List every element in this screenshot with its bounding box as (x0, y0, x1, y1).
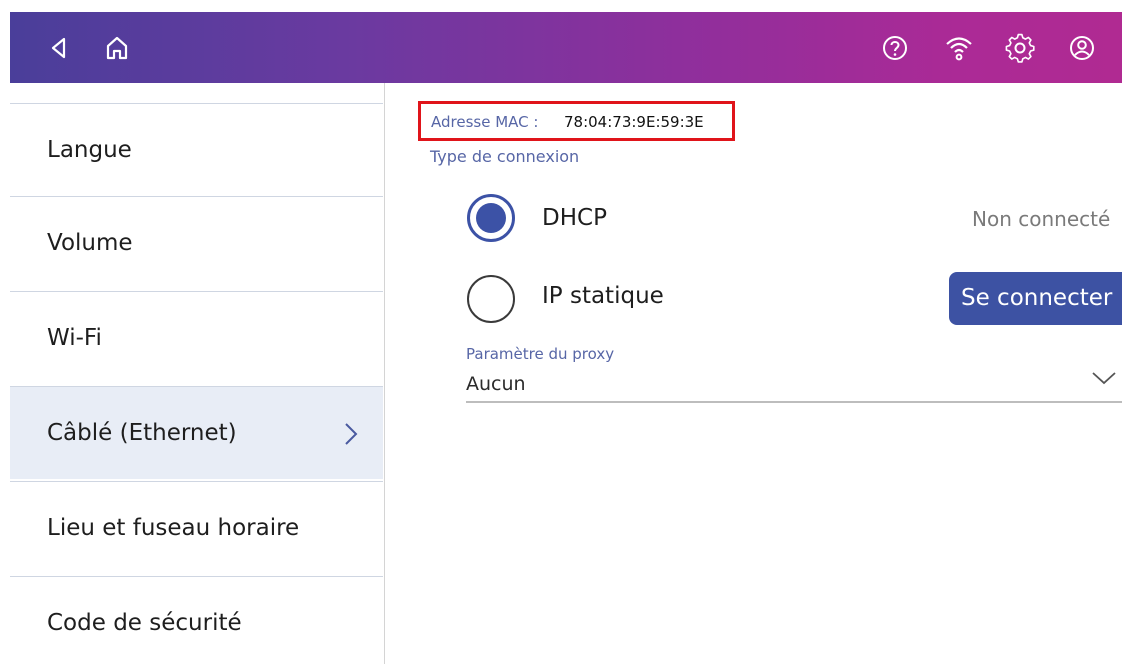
sidebar-item-location-timezone[interactable]: Lieu et fuseau horaire (10, 481, 383, 574)
connection-type-label: Type de connexion (430, 147, 580, 166)
chevron-right-icon (340, 421, 362, 447)
ethernet-settings-panel: Adresse MAC : 78:04:73:9E:59:3E Type de … (385, 83, 1122, 664)
sidebar-item-label: Wi-Fi (47, 325, 102, 351)
sidebar-item-label: Câblé (Ethernet) (47, 420, 237, 446)
radio-static-ip[interactable] (467, 275, 515, 323)
settings-sidebar: Langue Volume Wi-Fi Câblé (Ethernet) Lie… (10, 83, 385, 664)
wifi-icon[interactable] (942, 31, 976, 65)
sidebar-item-ethernet[interactable]: Câblé (Ethernet) (10, 386, 383, 479)
radio-dhcp[interactable] (467, 194, 515, 242)
radio-static-ip-label[interactable]: IP statique (542, 283, 664, 309)
sidebar-item-language[interactable]: Langue (10, 103, 383, 196)
sidebar-item-security-code[interactable]: Code de sécurité (10, 576, 383, 669)
radio-dhcp-label[interactable]: DHCP (542, 205, 607, 231)
mac-address-value: 78:04:73:9E:59:3E (564, 113, 704, 131)
sidebar-item-wifi[interactable]: Wi-Fi (10, 291, 383, 384)
sidebar-item-label: Langue (47, 137, 132, 163)
sidebar-item-label: Volume (47, 230, 133, 256)
mac-address-highlight: Adresse MAC : 78:04:73:9E:59:3E (418, 101, 735, 141)
sidebar-item-label: Lieu et fuseau horaire (47, 515, 300, 541)
home-icon[interactable] (100, 31, 134, 65)
mac-address-label: Adresse MAC : (431, 113, 539, 131)
connect-button[interactable]: Se connecter (949, 272, 1122, 325)
account-icon[interactable] (1065, 31, 1099, 65)
top-bar (10, 12, 1122, 83)
connection-status: Non connecté (972, 207, 1111, 231)
back-icon[interactable] (42, 31, 76, 65)
sidebar-item-volume[interactable]: Volume (10, 196, 383, 289)
settings-icon[interactable] (1003, 31, 1037, 65)
chevron-down-icon[interactable] (1091, 369, 1117, 387)
help-icon[interactable] (878, 31, 912, 65)
proxy-setting-select[interactable]: Aucun (466, 373, 526, 395)
proxy-setting-label: Paramètre du proxy (466, 345, 615, 363)
sidebar-item-label: Code de sécurité (47, 610, 242, 636)
proxy-underline (466, 401, 1122, 403)
